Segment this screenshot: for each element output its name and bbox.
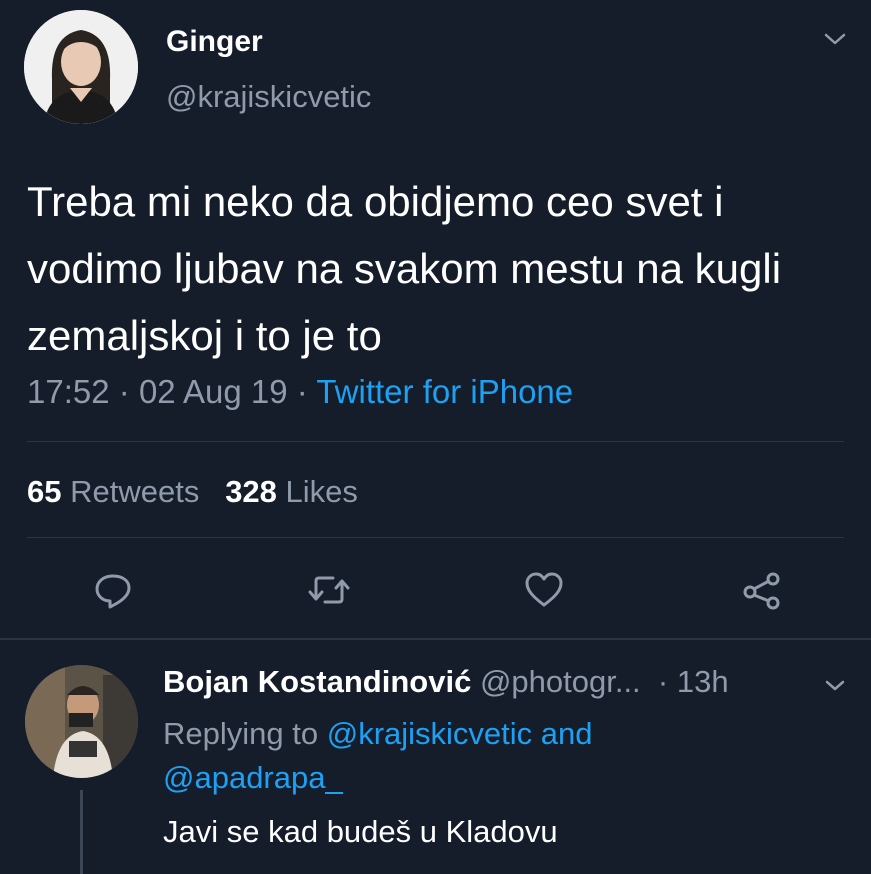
reply-header: Bojan Kostandinović @photogr... · 13h [163, 664, 729, 700]
tweet-text: Treba mi neko da obidjemo ceo svet i vod… [27, 178, 782, 359]
retweets-count: 65 [27, 474, 62, 509]
thread-line [80, 790, 83, 874]
likes-label: Likes [285, 474, 358, 509]
reply-author-name[interactable]: Bojan Kostandinović [163, 664, 471, 699]
like-icon[interactable] [522, 568, 566, 612]
divider [27, 441, 844, 442]
reply-time: 13h [676, 664, 729, 699]
mention-link[interactable]: @apadrapa_ [163, 760, 343, 795]
author-handle[interactable]: @krajiskicvetic [166, 79, 371, 115]
retweets-label: Retweets [70, 474, 200, 509]
share-icon[interactable] [740, 568, 784, 612]
reply-author-handle[interactable]: @photogr... [480, 664, 641, 699]
section-separator [0, 638, 871, 640]
reply-author-avatar[interactable] [25, 665, 138, 778]
divider [27, 537, 844, 538]
meta-separator: · [657, 664, 669, 699]
mention-link[interactable]: @krajiskicvetic [327, 716, 532, 751]
likes-stat[interactable]: 328 Likes [225, 474, 358, 509]
retweet-icon[interactable] [307, 568, 351, 612]
likes-count: 328 [225, 474, 277, 509]
and-label: and [540, 716, 593, 751]
replying-to: Replying to @krajiskicvetic and @apadrap… [163, 712, 783, 800]
tweet-time: 17:52 [27, 373, 110, 410]
tweet-source-link[interactable]: Twitter for iPhone [316, 373, 573, 410]
chevron-down-icon[interactable] [822, 676, 848, 696]
tweet-date: 02 Aug 19 [138, 373, 288, 410]
replying-to-label: Replying to [163, 716, 319, 751]
author-avatar[interactable] [24, 10, 138, 124]
reply-text: Javi se kad budeš u Kladovu [163, 814, 558, 849]
tweet-meta: 17:52 · 02 Aug 19 · Twitter for iPhone [27, 373, 573, 411]
meta-separator: · [296, 373, 308, 410]
chevron-down-icon[interactable] [820, 27, 850, 51]
tweet-stats: 65 Retweets 328 Likes [27, 474, 358, 510]
retweets-stat[interactable]: 65 Retweets [27, 474, 199, 509]
meta-separator: · [118, 373, 130, 410]
reply-icon[interactable] [91, 568, 135, 612]
author-name[interactable]: Ginger [166, 25, 263, 59]
